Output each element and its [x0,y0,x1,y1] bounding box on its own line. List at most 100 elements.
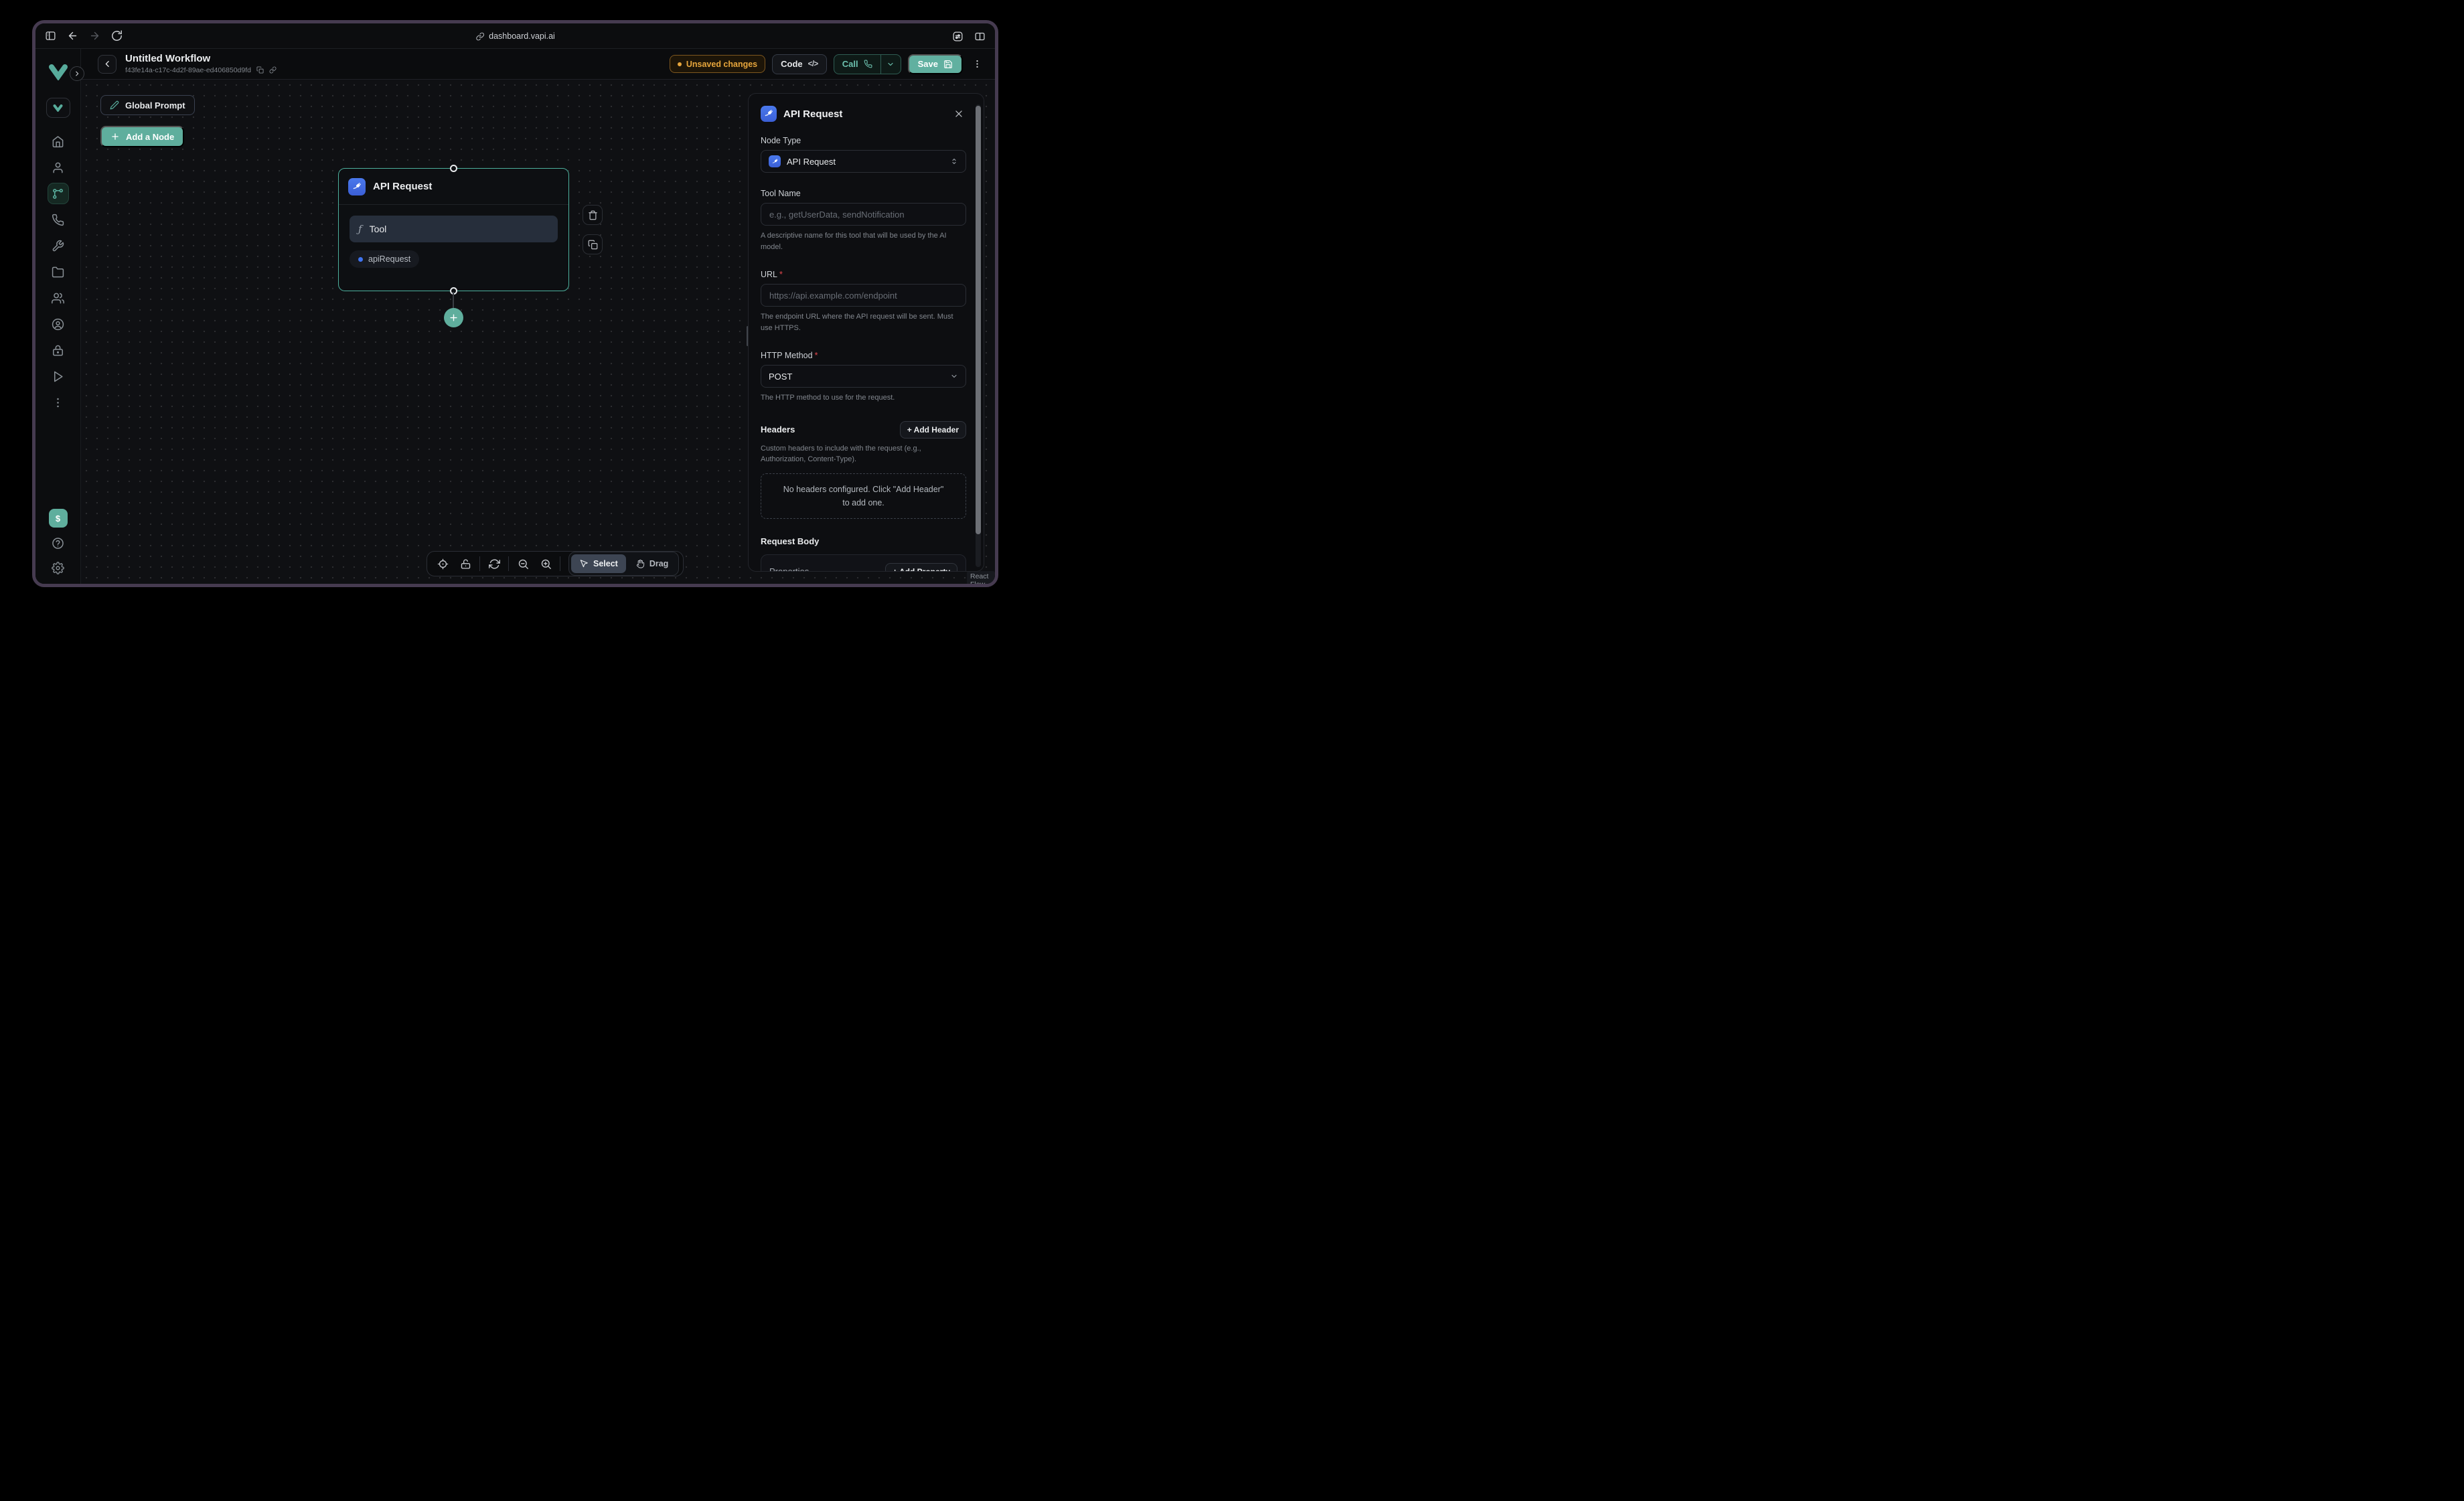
node-type-label: Node Type [761,136,966,145]
address-bar[interactable]: dashboard.vapi.ai [475,23,555,49]
save-button[interactable]: Save [908,54,963,74]
more-menu-button[interactable] [970,54,984,74]
hand-icon [635,559,645,568]
drag-mode-button[interactable]: Drag [627,554,676,573]
close-panel-button[interactable] [951,106,966,121]
dollar-icon: $ [56,514,60,524]
trash-icon [588,210,598,220]
global-prompt-button[interactable]: Global Prompt [100,95,195,115]
sidebar-item-more[interactable] [48,392,69,413]
add-next-node-button[interactable] [444,308,463,327]
save-label: Save [918,59,938,69]
panel-scrollbar[interactable] [976,104,981,567]
node-input-handle[interactable] [450,165,457,172]
phone-icon [864,60,872,68]
sidebar-item-overview[interactable] [48,131,69,152]
chevron-left-icon [103,60,112,68]
back-icon[interactable] [67,30,78,42]
vapi-mini-logo-icon [53,104,63,112]
workflow-icon [52,187,64,200]
billing-button[interactable]: $ [49,509,68,528]
browser-settings-icon[interactable] [952,31,964,42]
split-view-icon[interactable] [974,31,986,42]
tool-name-helper: A descriptive name for this tool that wi… [761,230,966,252]
browser-sidebar-toggle-icon[interactable] [45,30,56,42]
code-button[interactable]: Code </> [772,54,827,74]
http-method-select[interactable]: POST [761,365,966,388]
zoom-out-button[interactable] [512,552,534,575]
sidebar-item-files[interactable] [48,261,69,283]
badge-label: apiRequest [368,254,410,264]
headers-empty-state: No headers configured. Click "Add Header… [761,473,966,519]
cursor-icon [579,559,589,568]
fit-view-button[interactable] [431,552,454,575]
target-icon [437,558,449,570]
node-tool-row[interactable]: ƒ Tool [350,216,558,242]
zoom-in-button[interactable] [534,552,557,575]
home-icon [52,135,64,148]
sidebar-item-assistants[interactable] [48,157,69,178]
call-button[interactable]: Call [834,55,880,74]
call-options-button[interactable] [880,55,901,74]
screenshot-root: dashboard.vapi.ai [0,0,1031,628]
sidebar-item-workflows[interactable] [48,183,69,204]
save-icon [943,60,953,69]
pencil-icon [110,100,119,110]
help-button[interactable] [49,534,68,552]
plug-icon [763,108,774,119]
sidebar-item-api-keys[interactable] [48,339,69,361]
code-brackets-icon: </> [808,60,818,68]
vapi-logo[interactable] [48,64,68,81]
forward-icon[interactable] [89,30,100,42]
add-property-button[interactable]: + Add Property [885,563,957,572]
sidebar-item-tools[interactable] [48,235,69,256]
panel-node-icon [761,106,777,122]
back-button[interactable] [98,55,117,74]
refresh-layout-button[interactable] [483,552,506,575]
node-config-panel: API Request Node Type API Request [748,93,984,572]
workflow-canvas[interactable]: Global Prompt Add a Node [81,80,995,584]
duplicate-node-button[interactable] [583,234,603,254]
node-type-select[interactable]: API Request [761,150,966,173]
copy-icon[interactable] [256,66,264,74]
request-body-label: Request Body [761,536,966,546]
url-text: dashboard.vapi.ai [489,31,555,41]
unsaved-changes-badge: Unsaved changes [670,55,765,73]
sidebar-item-squads[interactable] [48,287,69,309]
url-input[interactable] [761,284,966,307]
add-header-button[interactable]: + Add Header [900,421,966,439]
user-circle-icon [52,318,64,331]
global-prompt-label: Global Prompt [125,100,185,110]
node-title: API Request [373,181,432,192]
drag-label: Drag [649,559,668,568]
add-node-label: Add a Node [126,132,174,142]
tool-name-input[interactable] [761,203,966,226]
chevron-down-icon [887,60,895,68]
toolbar-divider [479,556,480,571]
tool-label: Tool [370,224,387,234]
wrench-icon [52,240,64,252]
select-mode-button[interactable]: Select [571,554,626,573]
url-label: URL* [761,270,966,279]
plug-icon [352,181,362,192]
copy-icon [588,240,598,250]
canvas-toolbar: Select Drag [427,551,684,576]
chevron-right-icon [74,70,80,77]
reload-icon[interactable] [111,30,123,42]
panel-scrollbar-thumb[interactable] [976,106,981,534]
help-circle-icon [52,537,64,550]
settings-button[interactable] [49,558,68,577]
sidebar-item-test-suites[interactable] [48,366,69,387]
link-icon[interactable] [269,66,277,74]
select-label: Select [593,559,618,568]
kebab-icon [972,59,982,69]
add-node-button[interactable]: Add a Node [100,126,184,147]
lock-canvas-button[interactable] [454,552,477,575]
api-request-node[interactable]: API Request ƒ Tool apiRequest [338,168,569,291]
sidebar-item-community[interactable] [48,313,69,335]
sidebar-item-phone-numbers[interactable] [48,209,69,230]
sidebar-expand-button[interactable] [70,66,84,81]
workspace-switcher[interactable] [46,98,70,118]
delete-node-button[interactable] [583,205,603,225]
select-drag-toggle: Select Drag [568,552,679,576]
